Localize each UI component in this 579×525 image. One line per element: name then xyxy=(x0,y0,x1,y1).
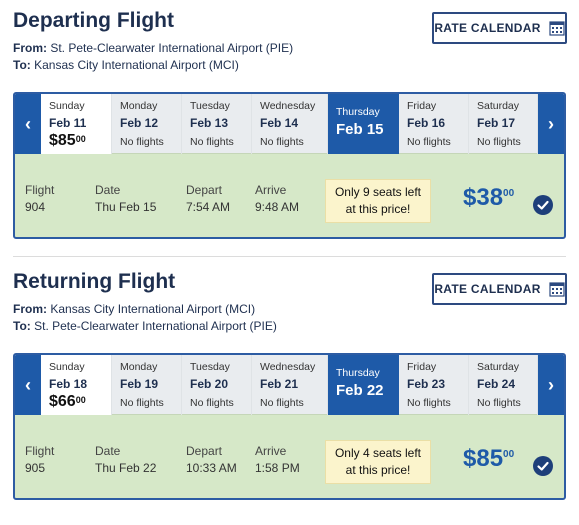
chevron-left-icon: ‹ xyxy=(25,113,31,134)
departing-day-thu-selected[interactable]: Thursday Feb 15 xyxy=(328,94,399,154)
departing-arrive-time: 9:48 AM xyxy=(255,200,300,214)
chevron-right-icon: › xyxy=(548,113,554,134)
returning-flight-number: 905 xyxy=(25,461,46,475)
returning-day-tue[interactable]: Tuesday Feb 20 No flights xyxy=(182,355,252,415)
returning-seats-badge: Only 4 seats left at this price! xyxy=(325,440,431,484)
departing-from: St. Pete-Clearwater International Airpor… xyxy=(50,41,294,55)
returning-rate-calendar-button[interactable]: RATE CALENDAR xyxy=(432,273,567,305)
departing-day-sun[interactable]: Sunday Feb 11 $8500 xyxy=(41,94,112,154)
check-circle-icon[interactable] xyxy=(533,456,553,476)
departing-day-fri[interactable]: Friday Feb 16 No flights xyxy=(399,94,469,154)
departing-flight-date: Thu Feb 15 xyxy=(95,200,157,214)
returning-next-week-button[interactable]: › xyxy=(538,355,564,415)
returning-day-thu-selected[interactable]: Thursday Feb 22 xyxy=(328,355,399,415)
departing-fare: $3800 xyxy=(463,184,515,211)
departing-date-strip: ‹ Sunday Feb 11 $8500 Monday Feb 12 No f… xyxy=(15,94,564,154)
returning-title: Returning Flight xyxy=(13,270,176,293)
calendar-icon xyxy=(549,21,565,36)
departing-prev-week-button[interactable]: ‹ xyxy=(15,94,41,154)
check-circle-icon[interactable] xyxy=(533,195,553,215)
departing-next-week-button[interactable]: › xyxy=(538,94,564,154)
returning-panel: ‹ Sunday Feb 18 $6600 Monday Feb 19 No f… xyxy=(13,353,566,500)
returning-section: Returning Flight From: Kansas City Inter… xyxy=(0,262,579,525)
returning-to: St. Pete-Clearwater International Airpor… xyxy=(34,319,277,333)
returning-flight-date: Thu Feb 22 xyxy=(95,461,157,475)
departing-route: From: St. Pete-Clearwater International … xyxy=(13,41,294,72)
returning-prev-week-button[interactable]: ‹ xyxy=(15,355,41,415)
departing-day-sat[interactable]: Saturday Feb 17 No flights xyxy=(469,94,538,154)
departing-seats-badge: Only 9 seats left at this price! xyxy=(325,179,431,223)
returning-day-sun[interactable]: Sunday Feb 18 $6600 xyxy=(41,355,112,415)
departing-rate-calendar-button[interactable]: RATE CALENDAR xyxy=(432,12,567,44)
departing-section: Departing Flight From: St. Pete-Clearwat… xyxy=(0,0,579,250)
returning-day-mon[interactable]: Monday Feb 19 No flights xyxy=(112,355,182,415)
returning-day-wed[interactable]: Wednesday Feb 21 No flights xyxy=(252,355,328,415)
departing-flight-number: 904 xyxy=(25,200,46,214)
returning-arrive-time: 1:58 PM xyxy=(255,461,300,475)
returning-day-sun-price: $6600 xyxy=(49,393,86,410)
departing-day-sun-price: $8500 xyxy=(49,132,86,149)
departing-day-tue[interactable]: Tuesday Feb 13 No flights xyxy=(182,94,252,154)
departing-title: Departing Flight xyxy=(13,9,174,32)
returning-fare: $8500 xyxy=(463,445,515,472)
chevron-left-icon: ‹ xyxy=(25,374,31,395)
departing-day-wed[interactable]: Wednesday Feb 14 No flights xyxy=(252,94,328,154)
returning-flight-option[interactable]: Flight 905 Date Thu Feb 22 Depart 10:33 … xyxy=(15,425,564,495)
chevron-right-icon: › xyxy=(548,374,554,395)
returning-depart-time: 10:33 AM xyxy=(186,461,237,475)
departing-panel: ‹ Sunday Feb 11 $8500 Monday Feb 12 No f… xyxy=(13,92,566,239)
departing-depart-time: 7:54 AM xyxy=(186,200,231,214)
departing-day-mon[interactable]: Monday Feb 12 No flights xyxy=(112,94,182,154)
calendar-icon xyxy=(549,282,565,297)
returning-day-fri[interactable]: Friday Feb 23 No flights xyxy=(399,355,469,415)
returning-date-strip: ‹ Sunday Feb 18 $6600 Monday Feb 19 No f… xyxy=(15,355,564,415)
departing-to: Kansas City International Airport (MCI) xyxy=(34,58,239,72)
section-divider xyxy=(13,256,566,257)
returning-route: From: Kansas City International Airport … xyxy=(13,302,277,333)
returning-from: Kansas City International Airport (MCI) xyxy=(50,302,256,316)
departing-flight-option[interactable]: Flight 904 Date Thu Feb 15 Depart 7:54 A… xyxy=(15,164,564,234)
returning-day-sat[interactable]: Saturday Feb 24 No flights xyxy=(469,355,538,415)
